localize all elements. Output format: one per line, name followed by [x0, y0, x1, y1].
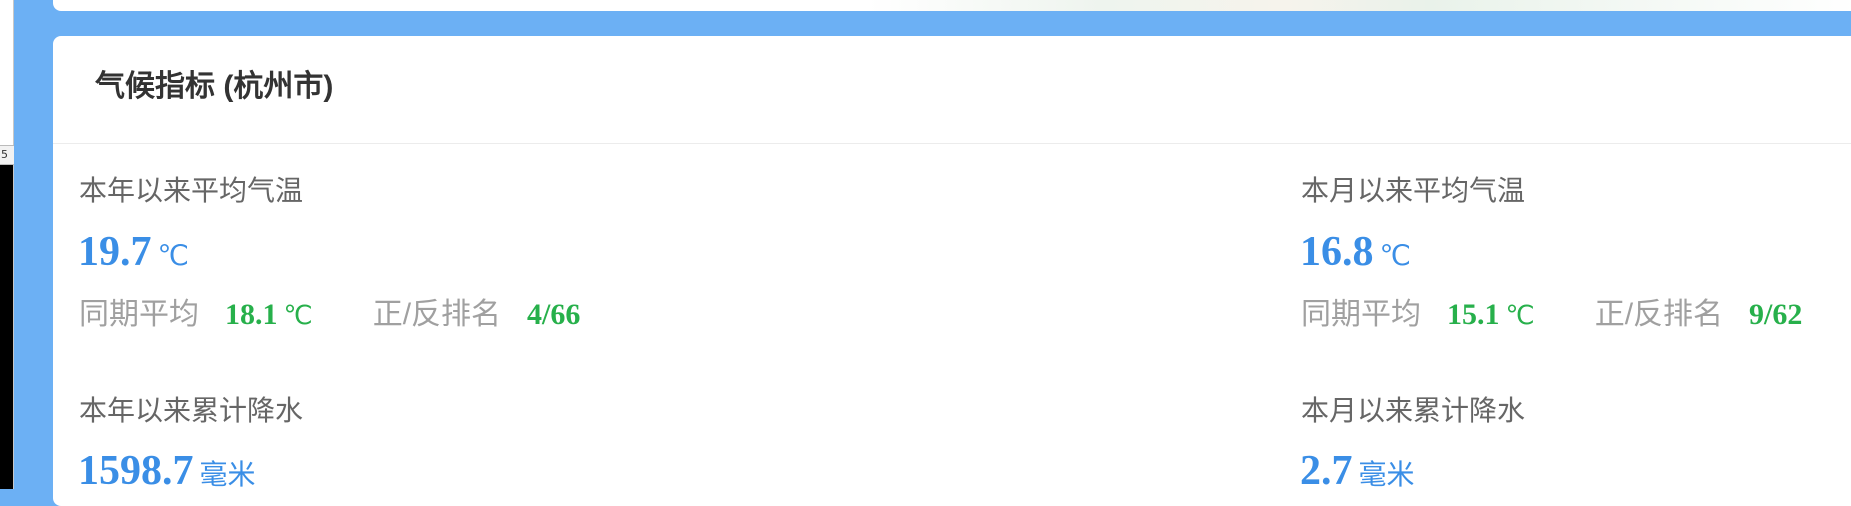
year-avg-temp-unit: ℃ — [157, 241, 189, 272]
same-period-value: 15.1 — [1447, 298, 1500, 331]
month-precip-value: 2.7 毫米 — [1300, 447, 1415, 499]
month-avg-temp-unit: ℃ — [1379, 241, 1411, 272]
rank-label: 正/反排名 — [372, 298, 502, 331]
month-avg-temp-label: 本月以来平均气温 — [1301, 175, 1526, 206]
rank-label: 正/反排名 — [1594, 298, 1724, 331]
rank-value: 9/62 — [1749, 298, 1803, 331]
same-period-unit: ℃ — [1505, 301, 1535, 330]
year-avg-temp-label: 本年以来平均气温 — [79, 175, 304, 206]
year-avg-temp-number: 19.7 — [78, 229, 152, 275]
month-precip-number: 2.7 — [1300, 448, 1353, 494]
card-title: 气候指标 (杭州市) — [95, 70, 334, 103]
year-avg-temp-compare: 同期平均 18.1 ℃ 正/反排名 4/66 — [79, 298, 580, 332]
year-precip-number: 1598.7 — [78, 448, 194, 494]
month-avg-temp-number: 16.8 — [1300, 229, 1374, 275]
edge-dark-panel — [0, 165, 13, 489]
month-precip-unit: 毫米 — [1358, 459, 1415, 490]
year-avg-temp-value: 19.7 ℃ — [78, 228, 189, 281]
edge-marker: 5 — [0, 145, 14, 165]
previous-card — [53, 0, 1851, 11]
year-precip-label: 本年以来累计降水 — [79, 395, 304, 426]
year-precip-value: 1598.7 毫米 — [78, 447, 256, 499]
same-period-label: 同期平均 — [79, 298, 199, 331]
same-period-unit: ℃ — [283, 301, 313, 330]
rank-value: 4/66 — [527, 298, 581, 331]
month-avg-temp-value: 16.8 ℃ — [1300, 228, 1411, 281]
same-period-value: 18.1 — [225, 298, 278, 331]
left-window-edge: 5 — [0, 0, 14, 489]
year-precip-unit: 毫米 — [199, 459, 256, 490]
month-precip-label: 本月以来累计降水 — [1301, 395, 1526, 426]
same-period-label: 同期平均 — [1301, 298, 1421, 331]
climate-indicator-card — [53, 36, 1851, 506]
month-avg-temp-compare: 同期平均 15.1 ℃ 正/反排名 9/62 — [1301, 298, 1802, 332]
